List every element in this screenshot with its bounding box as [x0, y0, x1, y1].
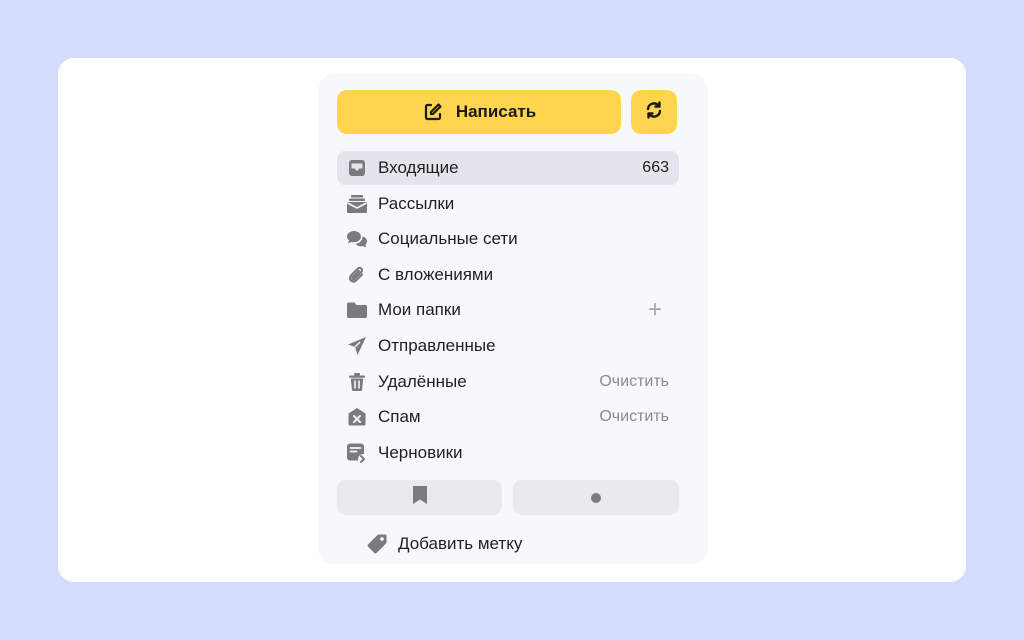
- tag-icon: [366, 533, 388, 555]
- folder-attachments[interactable]: С вложениями: [337, 258, 679, 292]
- add-folder-button[interactable]: +: [648, 298, 662, 322]
- clear-trash-button[interactable]: Очистить: [599, 373, 669, 391]
- folder-label: Отправленные: [378, 335, 496, 355]
- chat-bubbles-icon: [346, 228, 368, 250]
- folder-label: С вложениями: [378, 264, 494, 284]
- compose-label: Написать: [455, 102, 537, 121]
- folder-label: Рассылки: [378, 193, 455, 213]
- newsletters-icon: [346, 193, 368, 215]
- send-icon: [346, 335, 368, 357]
- folder-label: Социальные сети: [378, 229, 518, 249]
- refresh-button[interactable]: [631, 90, 677, 134]
- bookmarked-filter-button[interactable]: [337, 480, 502, 515]
- folder-inbox[interactable]: Входящие 663: [337, 151, 679, 185]
- paperclip-icon: [346, 264, 368, 286]
- folder-social[interactable]: Социальные сети: [337, 222, 679, 256]
- folder-spam[interactable]: Спам Очистить: [337, 400, 679, 434]
- folder-label: Спам: [378, 407, 421, 427]
- compose-button[interactable]: Написать: [337, 90, 621, 134]
- folder-my-folders[interactable]: Мои папки +: [337, 293, 679, 327]
- folder-label: Удалённые: [378, 371, 467, 391]
- refresh-icon: [644, 100, 664, 125]
- folder-icon: [346, 299, 368, 321]
- unread-count: 663: [642, 159, 669, 176]
- unread-filter-button[interactable]: [513, 480, 679, 515]
- folder-label: Входящие: [378, 158, 459, 177]
- folder-label: Черновики: [378, 442, 463, 462]
- unread-dot-icon: [591, 492, 601, 503]
- inbox-icon: [346, 157, 368, 179]
- add-label-button[interactable]: Добавить метку: [366, 530, 522, 558]
- folder-label: Мои папки: [378, 300, 461, 320]
- spam-icon: [346, 406, 368, 428]
- folder-sent[interactable]: Отправленные: [337, 329, 679, 363]
- folder-drafts[interactable]: Черновики: [337, 436, 679, 470]
- bookmark-icon: [412, 485, 428, 510]
- folder-newsletters[interactable]: Рассылки: [337, 187, 679, 221]
- folder-trash[interactable]: Удалённые Очистить: [337, 365, 679, 399]
- clear-spam-button[interactable]: Очистить: [599, 408, 669, 426]
- folder-list: Входящие 663 Рассылки Социальные сети С …: [337, 151, 679, 471]
- drafts-icon: [346, 442, 368, 464]
- edit-icon: [422, 101, 444, 123]
- add-label-text: Добавить метку: [398, 534, 523, 553]
- trash-icon: [346, 371, 368, 393]
